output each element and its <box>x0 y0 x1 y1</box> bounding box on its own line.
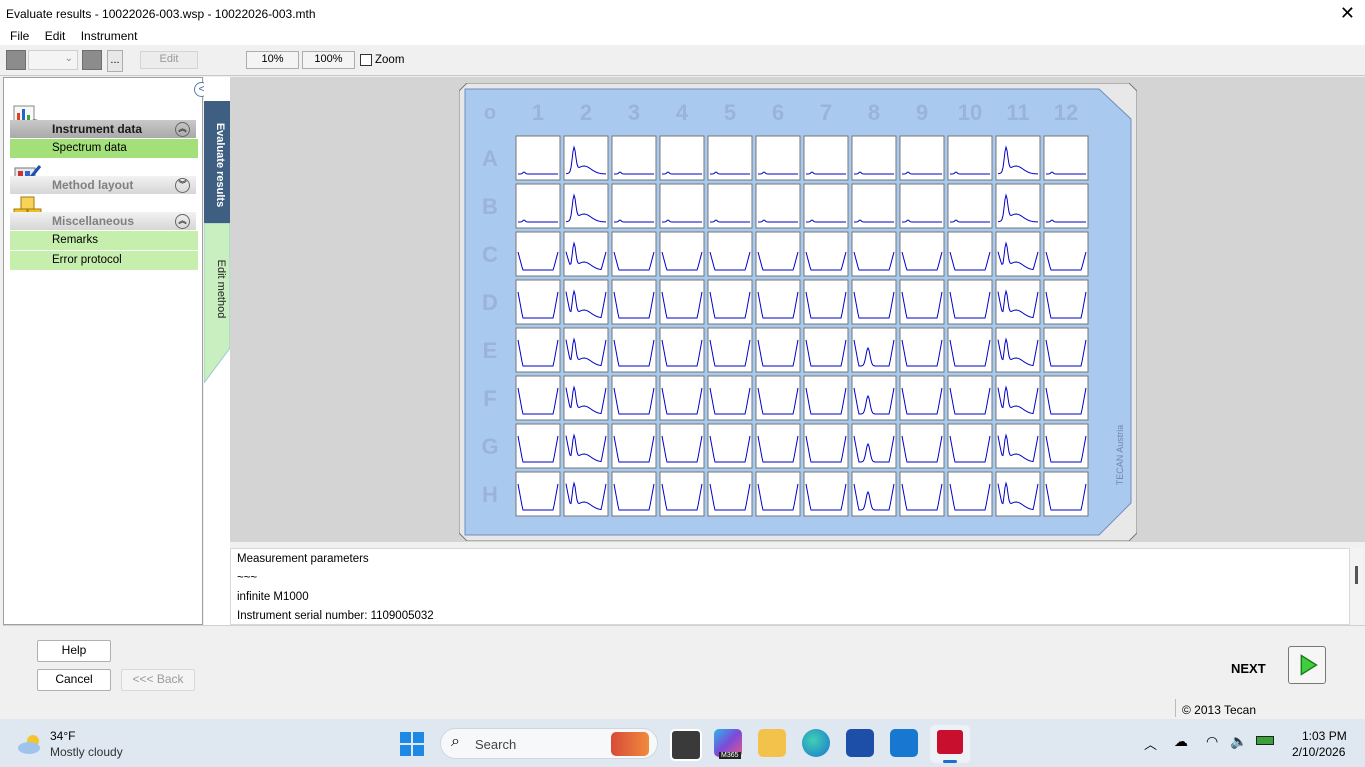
search-icon: ⌕ <box>451 733 460 750</box>
sidebar-item-remarks[interactable]: Remarks <box>10 231 198 250</box>
menu-file[interactable]: File <box>10 27 29 45</box>
tecan-app-icon[interactable] <box>930 725 970 763</box>
row-label: D <box>482 290 498 315</box>
active-app-indicator <box>943 760 957 763</box>
navigation-panel: < Instrument data ︽ Spectrum data Method… <box>3 77 209 625</box>
title-bar: Evaluate results - 10022026-003.wsp - 10… <box>0 0 1365 27</box>
column-label: 5 <box>724 100 736 125</box>
row-label: H <box>482 482 498 507</box>
copyright-text: © 2013 Tecan <box>1182 703 1257 717</box>
tab-evaluate-results-label: Evaluate results <box>214 122 226 208</box>
chevron-up-icon[interactable]: ︽ <box>175 214 190 229</box>
param-serial: Instrument serial number: 1109005032 <box>237 610 434 622</box>
weather-desc[interactable]: Mostly cloudy <box>50 745 123 759</box>
cloud-sync-off-icon[interactable]: ☁ <box>1174 733 1188 750</box>
battery-icon[interactable] <box>1256 736 1274 745</box>
group-miscellaneous[interactable]: Miscellaneous ︽ <box>10 212 196 230</box>
plate-brand-label: TECAN Austria <box>1115 425 1125 486</box>
clock-date[interactable]: 2/10/2026 <box>1292 745 1345 759</box>
column-label: 10 <box>958 100 982 125</box>
chevron-down-icon: ⌄ <box>64 53 73 64</box>
edge-browser-icon[interactable] <box>802 729 830 757</box>
column-label: 8 <box>868 100 880 125</box>
next-button[interactable] <box>1288 646 1326 684</box>
tab-edit-method-label: Edit method <box>215 259 227 319</box>
param-instrument: infinite M1000 <box>237 591 309 603</box>
copyright-divider <box>1175 699 1176 717</box>
vertical-tab-strip: Evaluate results Edit method <box>204 77 230 625</box>
group-method-layout-label: Method layout <box>52 178 134 192</box>
row-label: C <box>482 242 498 267</box>
column-label: 7 <box>820 100 832 125</box>
row-label: B <box>482 194 498 219</box>
plate-corner-label: o <box>484 102 496 124</box>
ellipsis-button[interactable]: ... <box>107 50 123 72</box>
edit-button[interactable]: Edit <box>140 51 198 69</box>
menu-edit[interactable]: Edit <box>45 27 66 45</box>
volume-icon[interactable]: 🔈 <box>1230 733 1247 750</box>
start-windows-icon[interactable] <box>400 732 424 756</box>
column-label: 2 <box>580 100 592 125</box>
column-label: 1 <box>532 100 544 125</box>
row-label: F <box>483 386 496 411</box>
cloud-weather-icon <box>18 735 40 754</box>
wifi-icon[interactable]: ◠ <box>1206 733 1218 750</box>
gift-icon <box>611 732 649 756</box>
row-label: G <box>481 434 498 459</box>
zoom-10-button[interactable]: 10% <box>246 51 299 69</box>
back-button[interactable]: <<< Back <box>121 669 195 691</box>
group-instrument-data-label: Instrument data <box>52 122 143 136</box>
file-explorer-icon[interactable] <box>670 729 702 761</box>
chevron-up-icon[interactable]: ︿ <box>1144 734 1157 753</box>
row-label: E <box>483 338 498 363</box>
color-swatch-left[interactable] <box>6 50 26 70</box>
m365-icon[interactable]: M365 <box>714 729 742 759</box>
measurement-parameters-panel: Measurement parameters ~~~ infinite M100… <box>230 548 1350 625</box>
column-label: 11 <box>1006 100 1029 125</box>
search-placeholder: Search <box>475 737 517 752</box>
zoom-label: Zoom <box>375 54 405 66</box>
window-title: Evaluate results - 10022026-003.wsp - 10… <box>6 7 316 21</box>
toolbar: ⌄ ... Edit 10% 100% Zoom <box>0 45 1365 76</box>
chevron-up-icon[interactable]: ︽ <box>175 122 190 137</box>
help-button[interactable]: Help <box>37 640 111 662</box>
tecan-logo-icon <box>937 730 963 754</box>
menu-instrument[interactable]: Instrument <box>81 27 138 45</box>
wizard-footer: Help Cancel <<< Back NEXT © 2013 Tecan <box>3 625 1365 717</box>
zoom-100-button[interactable]: 100% <box>302 51 355 69</box>
play-arrow-icon <box>1300 654 1318 676</box>
taskbar: 34°F Mostly cloudy ⌕ Search M365 ︿ ☁ ◠ 🔈… <box>0 719 1365 767</box>
zoom-checkbox[interactable] <box>360 54 372 66</box>
group-method-layout[interactable]: Method layout ︾ <box>10 176 196 194</box>
close-icon[interactable]: ✕ <box>1340 3 1355 24</box>
column-label: 12 <box>1054 100 1078 125</box>
store-icon[interactable] <box>846 729 874 757</box>
chevron-down-icon[interactable]: ︾ <box>175 178 190 193</box>
color-swatch-right[interactable] <box>82 50 102 70</box>
m365-label: M365 <box>719 752 741 759</box>
folder-icon[interactable] <box>758 729 786 757</box>
microplate-96: o 1 2 3 4 5 6 7 8 9 10 11 12ABCDEFGHTECAN Austria <box>459 83 1137 541</box>
outlook-icon[interactable] <box>890 729 918 757</box>
cancel-button[interactable]: Cancel <box>37 669 111 691</box>
params-scrollbar[interactable] <box>1350 548 1363 625</box>
menu-bar: File Edit Instrument <box>0 27 1365 45</box>
layer-dropdown[interactable]: ⌄ <box>28 50 78 70</box>
param-separator: ~~~ <box>237 572 258 584</box>
sidebar-item-spectrum-data[interactable]: Spectrum data <box>10 139 198 158</box>
row-label: A <box>482 146 498 171</box>
taskbar-search-box[interactable]: ⌕ Search <box>440 728 658 759</box>
clock-time[interactable]: 1:03 PM <box>1302 729 1347 743</box>
column-label: 9 <box>916 100 928 125</box>
weather-temp[interactable]: 34°F <box>50 729 75 743</box>
param-heading: Measurement parameters <box>237 553 369 565</box>
column-label: 3 <box>628 100 640 125</box>
group-instrument-data[interactable]: Instrument data ︽ <box>10 120 196 138</box>
sidebar-item-error-protocol[interactable]: Error protocol <box>10 251 198 270</box>
params-scroll-thumb[interactable] <box>1355 566 1358 584</box>
next-label: NEXT <box>1231 661 1266 676</box>
column-label: 4 <box>676 100 689 125</box>
column-label: 6 <box>772 100 784 125</box>
group-miscellaneous-label: Miscellaneous <box>52 214 135 228</box>
